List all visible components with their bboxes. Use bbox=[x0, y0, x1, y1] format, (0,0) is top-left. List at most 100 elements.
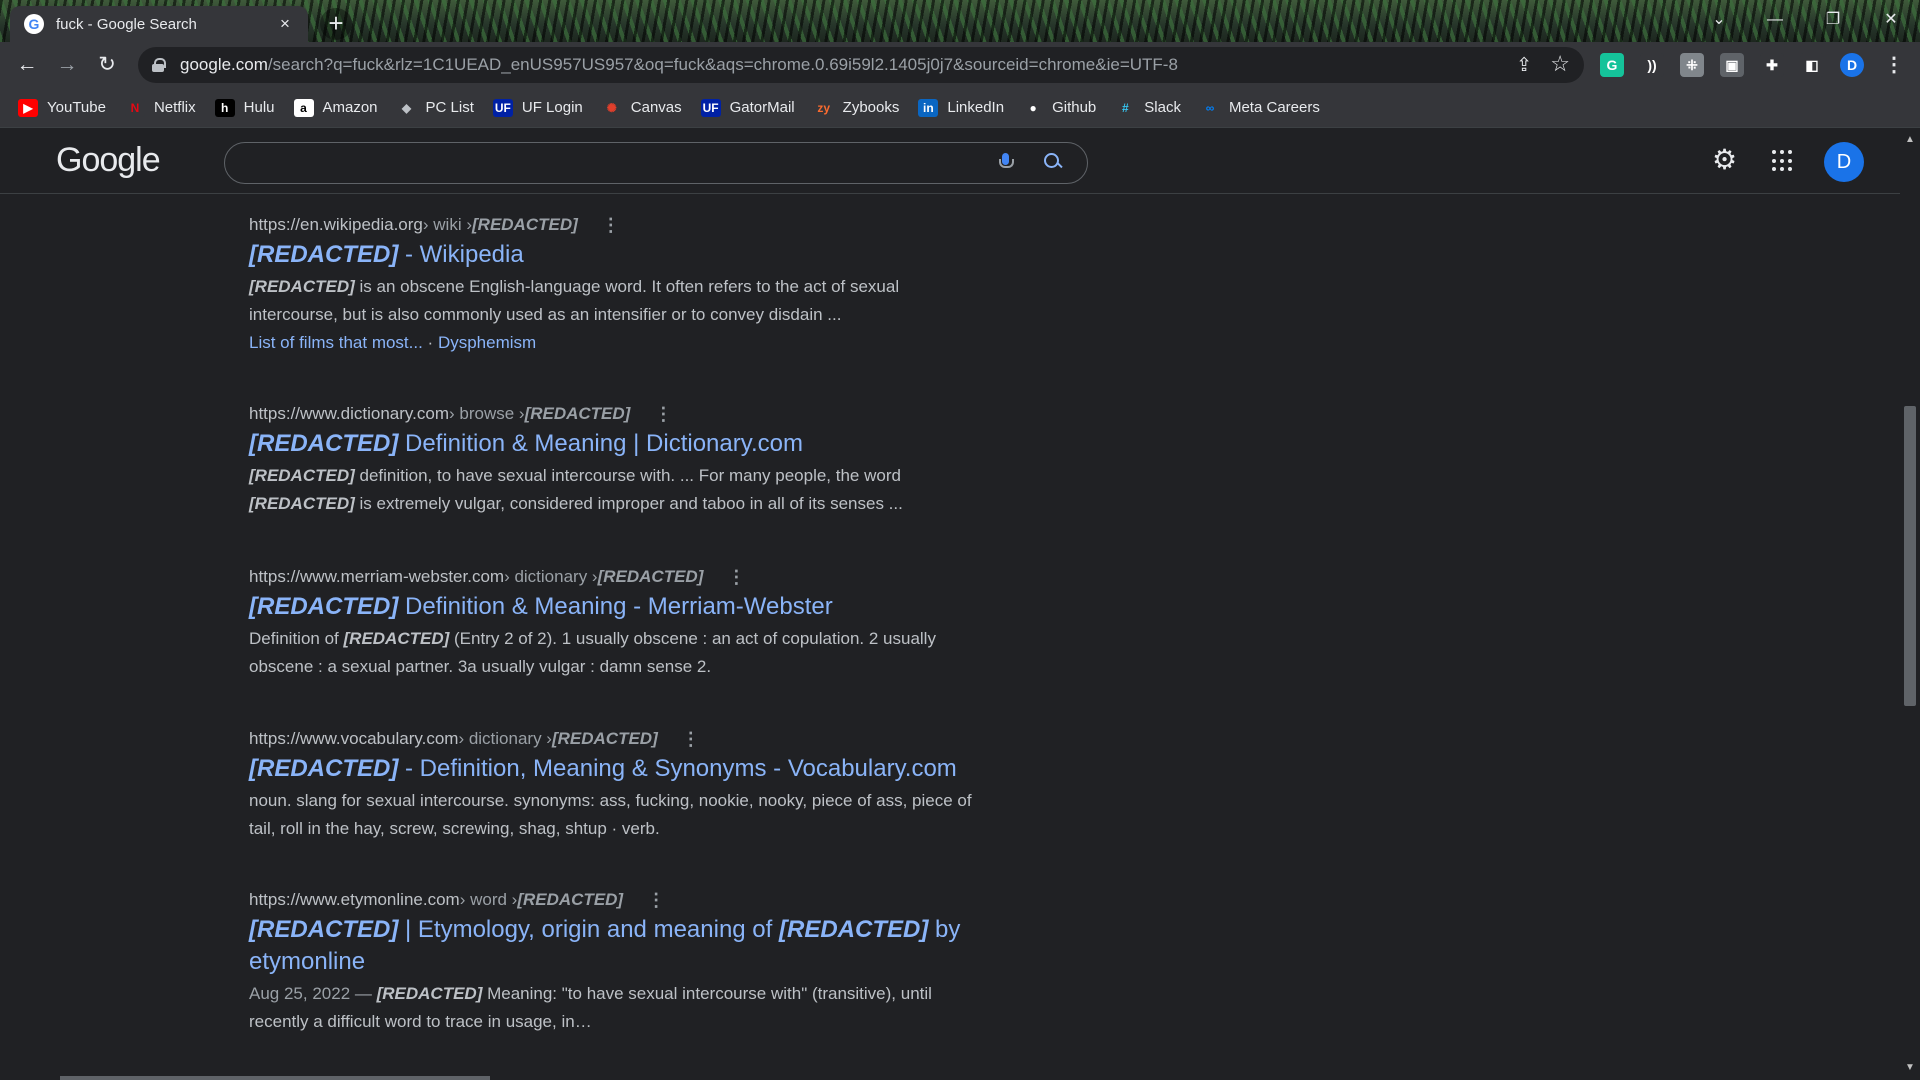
tab-google-search[interactable]: G fuck - Google Search × bbox=[10, 6, 308, 42]
bookmark-label: Zybooks bbox=[842, 99, 900, 116]
back-arrow-icon[interactable]: ← bbox=[12, 50, 42, 80]
bookmark-canvas[interactable]: ✺ Canvas bbox=[601, 98, 682, 117]
more-options-icon[interactable]: ⋮ bbox=[647, 890, 665, 911]
forward-arrow-icon[interactable]: → bbox=[52, 50, 82, 80]
profile-avatar[interactable]: D bbox=[1840, 53, 1864, 77]
vertical-scrollbar[interactable]: ▲ ▼ bbox=[1900, 128, 1920, 1080]
bookmark-zybooks[interactable]: zy Zybooks bbox=[813, 98, 900, 117]
bookmark-hulu[interactable]: h Hulu bbox=[214, 98, 275, 117]
account-avatar[interactable]: D bbox=[1824, 142, 1864, 182]
bookmark-gatormail[interactable]: UF GatorMail bbox=[700, 98, 795, 117]
result-url[interactable]: https://en.wikipedia.org › wiki › [REDAC… bbox=[249, 214, 1009, 236]
side-panel-icon[interactable]: ◧ bbox=[1800, 53, 1824, 77]
amazon-icon: a bbox=[293, 98, 314, 117]
canvas-icon: ✺ bbox=[601, 98, 622, 117]
bookmark-label: Github bbox=[1052, 99, 1097, 116]
scroll-up-icon[interactable]: ▲ bbox=[1905, 134, 1915, 145]
bookmark-label: Meta Careers bbox=[1228, 99, 1320, 116]
result-title[interactable]: [REDACTED] | Etymology, origin and meani… bbox=[249, 914, 1009, 978]
bookmark-amazon[interactable]: a Amazon bbox=[293, 98, 378, 117]
result-title[interactable]: [REDACTED] Definition & Meaning - Merria… bbox=[249, 591, 1009, 623]
tab-close-icon[interactable]: × bbox=[274, 14, 296, 34]
result-title[interactable]: [REDACTED] - Definition, Meaning & Synon… bbox=[249, 753, 1009, 785]
bookmark-label: UF Login bbox=[521, 99, 583, 116]
sitelink[interactable]: List of films that most... bbox=[249, 333, 423, 352]
bookmark-label: Canvas bbox=[630, 99, 682, 116]
result-etymonline: https://www.etymonline.com › word › [RED… bbox=[249, 889, 1009, 1036]
more-options-icon[interactable]: ⋮ bbox=[654, 404, 672, 425]
screen-ext-icon[interactable]: ▣ bbox=[1720, 53, 1744, 77]
github-icon: ● bbox=[1023, 98, 1044, 117]
slack-icon: # bbox=[1115, 98, 1136, 117]
extensions-icon[interactable]: ✚ bbox=[1760, 53, 1784, 77]
bookmark-github[interactable]: ● Github bbox=[1023, 98, 1097, 117]
tab-search-chevron-icon[interactable]: ⌄ bbox=[1696, 6, 1742, 34]
sitelink[interactable]: Dysphemism bbox=[438, 333, 536, 352]
more-options-icon[interactable]: ⋮ bbox=[602, 215, 620, 236]
linkedin-icon: in bbox=[918, 98, 939, 117]
bookmark-star-icon[interactable]: ☆ bbox=[1550, 51, 1570, 77]
result-vocabulary: https://www.vocabulary.com › dictionary … bbox=[249, 728, 1009, 843]
read-aloud-icon[interactable]: )) bbox=[1640, 53, 1664, 77]
result-snippet: Aug 25, 2022 — [REDACTED] Meaning: "to h… bbox=[249, 984, 932, 1031]
chrome-menu-icon[interactable]: ⋮ bbox=[1882, 53, 1906, 77]
gatormail-icon: UF bbox=[700, 98, 721, 117]
bookmark-meta-careers[interactable]: ∞ Meta Careers bbox=[1199, 98, 1320, 117]
reload-icon[interactable]: ↻ bbox=[92, 50, 122, 80]
netflix-icon: N bbox=[124, 98, 145, 117]
new-tab-button[interactable]: + bbox=[320, 8, 352, 40]
bookmark-netflix[interactable]: N Netflix bbox=[124, 98, 196, 117]
title-bar: G fuck - Google Search × + ⌄ — ❐ ✕ bbox=[0, 0, 1920, 42]
bookmarks-bar: ▶ YouTube N Netflix h Hulu a Amazon ◆ PC List UF UF… bbox=[0, 88, 1920, 128]
google-favicon-icon: G bbox=[24, 14, 44, 34]
puzzle-ext-icon[interactable]: ⁜ bbox=[1680, 53, 1704, 77]
bookmark-youtube[interactable]: ▶ YouTube bbox=[18, 98, 106, 117]
hulu-icon: h bbox=[214, 98, 235, 117]
bookmark-label: PC List bbox=[425, 99, 474, 116]
zybooks-icon: zy bbox=[813, 98, 834, 117]
horizontal-scrollbar-thumb[interactable] bbox=[60, 1076, 490, 1080]
scroll-down-icon[interactable]: ▼ bbox=[1905, 1062, 1915, 1073]
microphone-icon[interactable] bbox=[999, 153, 1014, 173]
bookmark-linkedin[interactable]: in LinkedIn bbox=[918, 98, 1005, 117]
result-snippet: Definition of [REDACTED] (Entry 2 of 2).… bbox=[249, 629, 936, 676]
lock-icon[interactable] bbox=[152, 58, 166, 72]
result-url[interactable]: https://www.dictionary.com › browse › [R… bbox=[249, 403, 1009, 425]
pc-list-icon: ◆ bbox=[396, 98, 417, 117]
url-text[interactable]: google.com/search?q=fuck&rlz=1C1UEAD_enU… bbox=[180, 55, 1178, 75]
result-snippet: [REDACTED] definition, to have sexual in… bbox=[249, 466, 903, 513]
result-title[interactable]: [REDACTED] Definition & Meaning | Dictio… bbox=[249, 428, 1009, 460]
grammarly-icon[interactable]: G bbox=[1600, 53, 1624, 77]
bookmark-pc-list[interactable]: ◆ PC List bbox=[396, 98, 474, 117]
more-options-icon[interactable]: ⋮ bbox=[682, 729, 700, 750]
google-apps-icon[interactable] bbox=[1772, 150, 1794, 172]
result-dictionary: https://www.dictionary.com › browse › [R… bbox=[249, 403, 1009, 518]
google-header: Google ⚙ D bbox=[0, 128, 1900, 194]
more-options-icon[interactable]: ⋮ bbox=[727, 567, 745, 588]
result-snippet: noun. slang for sexual intercourse. syno… bbox=[249, 791, 972, 838]
settings-gear-icon[interactable]: ⚙ bbox=[1712, 146, 1737, 174]
close-window-button[interactable]: ✕ bbox=[1868, 6, 1914, 34]
result-sitelinks: List of films that most... · Dysphemism bbox=[249, 333, 537, 352]
result-snippet: [REDACTED] is an obscene English-languag… bbox=[249, 277, 900, 324]
scrollbar-thumb[interactable] bbox=[1904, 406, 1916, 706]
search-input[interactable] bbox=[224, 142, 1088, 184]
address-bar[interactable]: google.com/search?q=fuck&rlz=1C1UEAD_enU… bbox=[138, 47, 1584, 83]
youtube-icon: ▶ bbox=[18, 98, 38, 117]
bookmark-label: Netflix bbox=[153, 99, 196, 116]
share-icon[interactable]: ⇪ bbox=[1516, 54, 1532, 77]
bookmark-label: GatorMail bbox=[729, 99, 795, 116]
bookmark-uf-login[interactable]: UF UF Login bbox=[492, 98, 583, 117]
meta-careers-icon: ∞ bbox=[1199, 98, 1220, 117]
result-url[interactable]: https://www.etymonline.com › word › [RED… bbox=[249, 889, 1009, 911]
result-title[interactable]: [REDACTED] - Wikipedia bbox=[249, 239, 1009, 271]
google-logo[interactable]: Google bbox=[56, 141, 161, 180]
result-url[interactable]: https://www.merriam-webster.com › dictio… bbox=[249, 566, 1009, 588]
restore-button[interactable]: ❐ bbox=[1810, 6, 1856, 34]
browser-toolbar: ← → ↻ google.com/search?q=fuck&rlz=1C1UE… bbox=[0, 42, 1920, 88]
result-url[interactable]: https://www.vocabulary.com › dictionary … bbox=[249, 728, 1009, 750]
search-icon[interactable] bbox=[1043, 152, 1065, 174]
bookmark-label: LinkedIn bbox=[947, 99, 1005, 116]
minimize-button[interactable]: — bbox=[1752, 6, 1798, 34]
bookmark-slack[interactable]: # Slack bbox=[1115, 98, 1181, 117]
